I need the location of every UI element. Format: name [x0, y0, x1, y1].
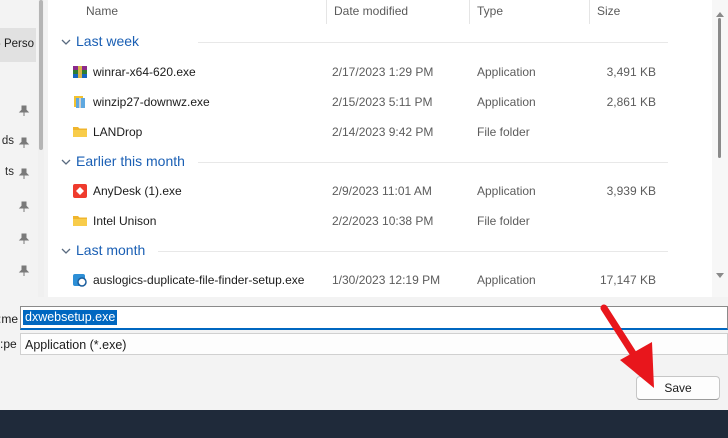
pin-icon	[17, 264, 31, 278]
file-size: 3,491 KB	[606, 65, 656, 79]
file-date: 2/15/2023 5:11 PM	[332, 95, 433, 109]
file-type: File folder	[477, 125, 530, 139]
file-name: auslogics-duplicate-file-finder-setup.ex…	[93, 273, 305, 287]
winrar-icon	[72, 64, 88, 80]
nav-item-selected[interactable]: - Perso	[0, 28, 36, 62]
nav-item-fragment[interactable]: ts	[0, 166, 14, 178]
winzip-icon	[72, 94, 88, 110]
pin-icon	[17, 232, 31, 246]
file-type: Application	[477, 273, 536, 287]
file-date: 2/14/2023 9:42 PM	[332, 125, 434, 139]
file-name: winrar-x64-620.exe	[93, 65, 196, 79]
file-type: Application	[477, 184, 536, 198]
column-header-date[interactable]: Date modified	[326, 0, 469, 24]
file-name-label: me:	[0, 312, 18, 326]
file-name-value: dxwebsetup.exe	[23, 310, 118, 325]
file-type-label: pe:	[0, 337, 17, 351]
pin-icon	[17, 200, 31, 214]
file-date: 1/30/2023 12:19 PM	[332, 273, 441, 287]
scroll-down-arrow-icon[interactable]	[716, 268, 724, 282]
folder-icon	[72, 124, 88, 140]
file-type-value: Application (*.exe)	[25, 338, 127, 352]
column-header-name[interactable]: Name	[78, 0, 326, 24]
auslogics-icon	[72, 272, 88, 288]
file-name: winzip27-downwz.exe	[93, 95, 210, 109]
divider	[198, 162, 668, 163]
pin-icon	[17, 104, 31, 118]
file-list-scrollbar-thumb[interactable]	[718, 18, 721, 158]
file-name: Intel Unison	[93, 214, 157, 228]
file-name: AnyDesk (1).exe	[93, 184, 182, 198]
file-row[interactable]: winzip27-downwz.exe 2/15/2023 5:11 PM Ap…	[48, 89, 668, 115]
file-type: File folder	[477, 214, 530, 228]
column-header-size[interactable]: Size	[589, 0, 669, 24]
nav-item-fragment[interactable]: ds	[0, 135, 14, 147]
chevron-down-icon	[60, 36, 72, 48]
file-row[interactable]: winrar-x64-620.exe 2/17/2023 1:29 PM App…	[48, 59, 668, 85]
chevron-down-icon	[60, 245, 72, 257]
folder-icon	[72, 213, 88, 229]
file-row[interactable]: LANDrop 2/14/2023 9:42 PM File folder	[48, 119, 668, 145]
chevron-down-icon	[60, 156, 72, 168]
group-title: Last month	[76, 242, 146, 258]
group-header-earlier-this-month[interactable]: Earlier this month	[48, 151, 668, 173]
divider	[158, 251, 668, 252]
nav-scrollbar-thumb[interactable]	[39, 0, 43, 150]
group-title: Earlier this month	[76, 153, 185, 169]
file-size: 3,939 KB	[606, 184, 656, 198]
file-date: 2/17/2023 1:29 PM	[332, 65, 434, 79]
group-header-last-week[interactable]: Last week	[48, 31, 668, 53]
file-date: 2/2/2023 10:38 PM	[332, 214, 434, 228]
navigation-pane: - Perso ds ts	[0, 0, 44, 297]
divider	[198, 42, 668, 43]
file-type: Application	[477, 65, 536, 79]
file-row[interactable]: Intel Unison 2/2/2023 10:38 PM File fold…	[48, 208, 668, 234]
nav-item-label: - Perso	[0, 38, 34, 50]
file-date: 2/9/2023 11:01 AM	[332, 184, 432, 198]
taskbar	[0, 410, 728, 438]
file-name: LANDrop	[93, 125, 143, 139]
group-title: Last week	[76, 33, 140, 49]
file-list-scrollbar[interactable]	[712, 0, 728, 297]
file-row[interactable]: AnyDesk (1).exe 2/9/2023 11:01 AM Applic…	[48, 178, 668, 204]
file-type: Application	[477, 95, 536, 109]
file-list: Name Date modified Type Size Last week w…	[48, 0, 728, 297]
column-header-type[interactable]: Type	[469, 0, 589, 24]
pin-icon	[17, 136, 31, 150]
file-size: 2,861 KB	[606, 95, 656, 109]
pin-icon	[17, 167, 31, 181]
anydesk-icon	[72, 183, 88, 199]
save-as-dialog: - Perso ds ts Name Date modified Type Si…	[0, 0, 728, 410]
file-row[interactable]: auslogics-duplicate-file-finder-setup.ex…	[48, 267, 668, 293]
nav-scrollbar[interactable]	[38, 0, 44, 297]
group-header-last-month[interactable]: Last month	[48, 240, 668, 262]
annotation-arrow-icon	[600, 304, 654, 388]
file-size: 17,147 KB	[599, 273, 656, 287]
